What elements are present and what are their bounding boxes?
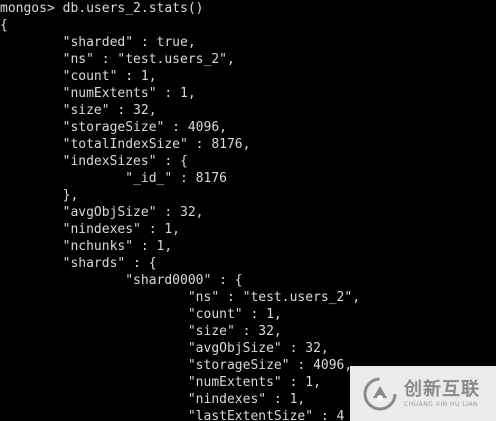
terminal-line: "numExtents" : 1, (0, 375, 321, 390)
terminal-line: "shards" : { (0, 256, 157, 271)
terminal-line: "lastExtentSize" : 4 (0, 409, 345, 421)
terminal-line: "count" : 1, (0, 69, 157, 84)
terminal-line: "nchunks" : 1, (0, 239, 173, 254)
brand-logo-icon (362, 376, 398, 412)
watermark-brand-en: CHUANG XIN HU LIAN (404, 400, 479, 408)
terminal-line: "indexSizes" : { (0, 154, 188, 169)
watermark: 创新互联 CHUANG XIN HU LIAN (350, 366, 496, 421)
terminal-line: { (0, 18, 8, 33)
terminal-line: "sharded" : true, (0, 35, 196, 50)
terminal-line: "ns" : "test.users_2", (0, 290, 361, 305)
terminal-line: "storageSize" : 4096, (0, 120, 227, 135)
watermark-text: 创新互联 CHUANG XIN HU LIAN (404, 379, 480, 409)
terminal-line: "size" : 32, (0, 103, 157, 118)
watermark-brand-cn: 创新互联 (404, 378, 480, 400)
terminal-line: "size" : 32, (0, 324, 282, 339)
terminal-line: "avgObjSize" : 32, (0, 205, 204, 220)
terminal-line: "storageSize" : 4096, (0, 358, 353, 373)
terminal-window[interactable]: mongos> db.users_2.stats() { "sharded" :… (0, 0, 496, 421)
terminal-line: "avgObjSize" : 32, (0, 341, 329, 356)
terminal-line: "totalIndexSize" : 8176, (0, 137, 251, 152)
terminal-line: "_id_" : 8176 (0, 171, 227, 186)
terminal-line: "nindexes" : 1, (0, 222, 181, 237)
terminal-line: "count" : 1, (0, 307, 282, 322)
terminal-line: "ns" : "test.users_2", (0, 52, 235, 67)
terminal-line-prompt: mongos> db.users_2.stats() (0, 1, 204, 16)
terminal-line: "shard0000" : { (0, 273, 243, 288)
terminal-line: }, (0, 188, 79, 203)
terminal-line: "nindexes" : 1, (0, 392, 306, 407)
terminal-line: "numExtents" : 1, (0, 86, 196, 101)
